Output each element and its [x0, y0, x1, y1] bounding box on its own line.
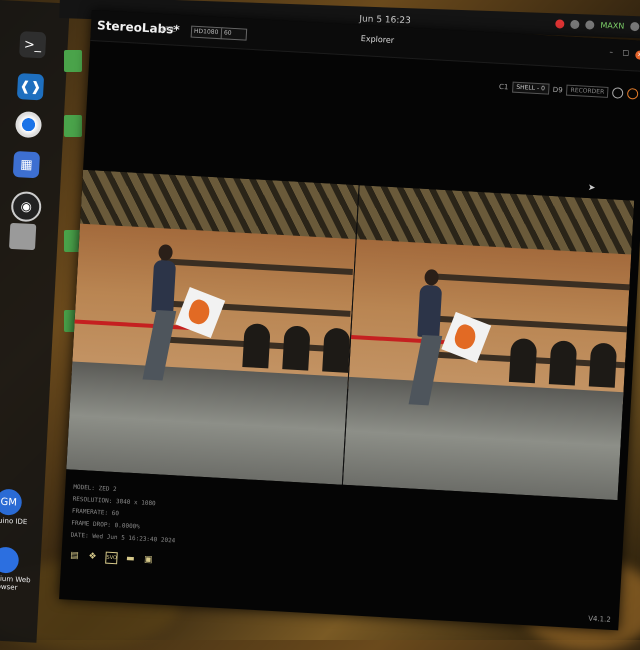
archway	[242, 323, 271, 369]
camera-toolbar: C1 SHELL - 0 D9 RECORDER	[499, 81, 639, 100]
resolution-select[interactable]: HD1080	[190, 25, 224, 40]
left-eye-view	[66, 169, 359, 485]
settings-icon[interactable]	[630, 21, 640, 32]
minimize-icon[interactable]: –	[609, 48, 616, 56]
archway	[588, 342, 617, 388]
folder-icon[interactable]: ▤	[69, 551, 80, 562]
arduino-label: Arduino IDE	[0, 515, 28, 527]
refresh-icon[interactable]	[611, 87, 624, 99]
stream-icon[interactable]: ❖	[87, 552, 98, 563]
person-body	[416, 284, 442, 338]
camera-select[interactable]: SHELL - 0	[511, 81, 550, 95]
vscode-icon[interactable]: ❰❱	[16, 73, 45, 101]
close-icon[interactable]: ✕	[635, 50, 640, 60]
camera-metadata: MODEL: ZED 2 RESOLUTION: 3840 x 1080 FRA…	[70, 482, 178, 548]
network-icon[interactable]	[570, 19, 580, 30]
window-title: Explorer	[360, 34, 395, 45]
person-body	[151, 259, 177, 314]
arduino-icon[interactable]: GM	[0, 488, 23, 516]
files-icon[interactable]: ▦	[12, 150, 41, 179]
svo-icon[interactable]: SVO	[105, 551, 118, 565]
archway	[548, 340, 577, 386]
fps-select[interactable]: 60	[220, 27, 248, 41]
mouse-cursor-icon: ➤	[587, 182, 596, 194]
power-mode-label[interactable]: MAXN	[600, 21, 624, 31]
file-icon[interactable]	[64, 50, 82, 72]
chromium-browser-label: Chromium Web Browser	[0, 573, 31, 592]
live-mode-label[interactable]: LIVE	[161, 25, 177, 34]
bottom-toolbar: ▤ ❖ SVO ▬ ▣	[69, 550, 154, 567]
signal-icon[interactable]: ▬	[125, 554, 136, 565]
system-tray: MAXN	[555, 19, 640, 32]
app-version: V4.1.2	[587, 614, 611, 624]
settings-icon[interactable]	[626, 88, 639, 100]
stereo-video-view[interactable]	[66, 169, 635, 501]
disk-icon[interactable]	[8, 222, 37, 251]
archway	[322, 327, 351, 373]
archway	[282, 325, 311, 371]
camera-snapshot-icon[interactable]: ▣	[143, 555, 154, 566]
right-eye-view	[342, 185, 635, 501]
obs-icon[interactable]: ◉	[10, 190, 42, 223]
record-indicator-icon[interactable]	[555, 19, 565, 29]
camera-label: C1	[498, 82, 509, 91]
person-head	[423, 268, 439, 286]
file-icon[interactable]	[64, 115, 82, 137]
chromium-icon[interactable]	[14, 111, 43, 139]
chromium-browser-icon[interactable]	[0, 546, 20, 574]
maximize-icon[interactable]: □	[622, 49, 629, 57]
archway	[508, 337, 537, 384]
terminal-icon[interactable]: >_	[19, 31, 47, 59]
record-prefix: D9	[552, 85, 563, 94]
recorder-button[interactable]: RECORDER	[566, 84, 609, 98]
atrium-floor	[66, 361, 348, 485]
atrium-floor	[342, 376, 624, 501]
window-controls: – □ ✕	[609, 48, 640, 60]
nvidia-icon[interactable]	[585, 20, 595, 30]
zed-explorer-window: StereoLabs* LIVE HD1080 60 Explorer – □ …	[59, 10, 640, 631]
